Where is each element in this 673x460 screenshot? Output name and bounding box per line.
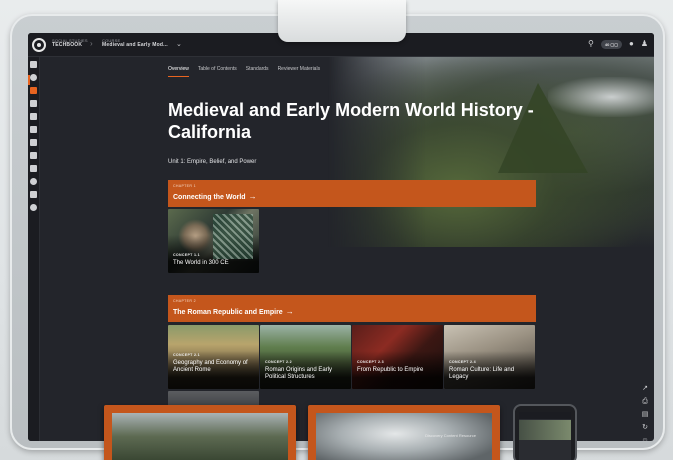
app-screen: SOCIAL STUDIES TECHBOOK › COURSE Medieva… xyxy=(28,33,654,441)
menu-icon[interactable] xyxy=(30,61,37,68)
share-icon[interactable]: ↗ xyxy=(642,385,648,392)
chapter-label: CHAPTER 1 xyxy=(173,184,196,188)
concept-name: Geography and Economy of Ancient Rome xyxy=(173,360,248,373)
breadcrumb-title: Medieval and Early Mod... xyxy=(102,42,168,48)
right-toolbar: ↗ ⎙ ▤ ↻ ☺ xyxy=(638,385,652,441)
hero-clouds xyxy=(548,77,654,117)
concept-label: CONCEPT 2.1 xyxy=(173,353,200,357)
tab-standards[interactable]: Standards xyxy=(246,66,269,77)
unit-label: Unit 1: Empire, Belief, and Power xyxy=(168,159,257,165)
refresh-icon[interactable]: ↻ xyxy=(642,424,648,431)
concept-name: Roman Culture: Life and Legacy xyxy=(449,367,515,380)
concept-card[interactable]: CONCEPT 2.3 From Republic to Empire xyxy=(352,325,443,389)
pin-icon[interactable] xyxy=(30,87,37,94)
chapter-label: CHAPTER 2 xyxy=(173,299,196,303)
people-icon[interactable] xyxy=(30,191,37,198)
chapter-header[interactable]: CHAPTER 2 The Roman Republic and Empire → xyxy=(168,295,536,322)
video-icon[interactable] xyxy=(30,113,37,120)
top-actions: ⚲ 40 ▢▢ ● ♟ xyxy=(588,39,648,49)
search-icon[interactable]: ⚲ xyxy=(588,39,594,49)
concept-label: CONCEPT 2.2 xyxy=(265,360,292,364)
chapter-title: Connecting the World xyxy=(173,194,246,201)
flame-icon[interactable] xyxy=(30,139,37,146)
arrow-right-icon: → xyxy=(248,192,257,201)
logo-icon[interactable] xyxy=(32,38,46,52)
chapter-header[interactable]: CHAPTER 1 Connecting the World → xyxy=(168,180,536,207)
monitor-caption: Discovery Content Resource xyxy=(425,433,476,438)
page-title: Medieval and Early Modern World History … xyxy=(168,100,534,142)
breadcrumb-course[interactable]: COURSE Medieval and Early Mod... xyxy=(102,38,168,48)
concept-label: CONCEPT 1.1 xyxy=(173,253,200,257)
tab-table-of-contents[interactable]: Table of Contents xyxy=(198,66,237,77)
sidebar-active-indicator xyxy=(28,75,30,85)
clipboard-icon[interactable] xyxy=(30,165,37,172)
concept-card[interactable]: CONCEPT 2.2 Roman Origins and Early Poli… xyxy=(260,325,351,389)
document-icon[interactable] xyxy=(30,126,37,133)
breadcrumb-separator-icon: › xyxy=(90,39,93,48)
phone-topbar xyxy=(519,412,571,419)
tablet-stand-clip xyxy=(278,0,406,42)
breadcrumb-title: TECHBOOK xyxy=(52,42,83,48)
accessibility-icon[interactable]: ☺ xyxy=(641,437,648,441)
tab-reviewer-materials[interactable]: Reviewer Materials xyxy=(278,66,321,77)
breadcrumb-techbook[interactable]: SOCIAL STUDIES TECHBOOK xyxy=(52,38,88,48)
concept-card[interactable]: CONCEPT 2.1 Geography and Economy of Anc… xyxy=(168,325,259,389)
notebook-icon[interactable]: ▤ xyxy=(642,411,649,418)
concept-name: The World in 300 CE xyxy=(173,260,229,266)
chapter-name: The Roman Republic and Empire → xyxy=(173,307,294,316)
monitor-preview: Discovery Content Resource xyxy=(308,405,500,460)
status-badge[interactable]: 40 ▢▢ xyxy=(600,39,622,49)
concept-name: From Republic to Empire xyxy=(357,367,424,373)
help-icon[interactable]: ● xyxy=(629,39,634,49)
chapter-name: Connecting the World → xyxy=(173,192,257,201)
hand-icon[interactable] xyxy=(30,152,37,159)
arrow-right-icon: → xyxy=(285,307,294,316)
laptop-screen xyxy=(112,413,288,460)
history-icon[interactable] xyxy=(30,74,37,81)
concept-name: Roman Origins and Early Political Struct… xyxy=(265,367,333,380)
concept-card[interactable]: CONCEPT 2.4 Roman Culture: Life and Lega… xyxy=(444,325,535,389)
print-icon[interactable]: ⎙ xyxy=(642,398,648,405)
concept-label: CONCEPT 2.3 xyxy=(357,360,384,364)
chapter-title: The Roman Republic and Empire xyxy=(173,309,283,316)
monitor-screen: Discovery Content Resource xyxy=(316,413,492,460)
location-icon[interactable] xyxy=(30,178,37,185)
tab-bar: Overview Table of Contents Standards Rev… xyxy=(168,66,320,77)
award-icon[interactable] xyxy=(30,204,37,211)
concept-card[interactable]: CONCEPT 1.1 The World in 300 CE xyxy=(168,209,259,273)
chevron-down-icon[interactable]: ⌄ xyxy=(176,40,182,48)
concept-label: CONCEPT 2.4 xyxy=(449,360,476,364)
book-icon[interactable] xyxy=(30,100,37,107)
phone-preview xyxy=(513,404,577,460)
phone-screen xyxy=(519,412,571,460)
laptop-preview xyxy=(104,405,296,460)
tab-overview[interactable]: Overview xyxy=(168,66,189,77)
sidebar xyxy=(28,57,40,441)
user-icon[interactable]: ♟ xyxy=(641,39,648,49)
phone-image xyxy=(519,420,571,440)
